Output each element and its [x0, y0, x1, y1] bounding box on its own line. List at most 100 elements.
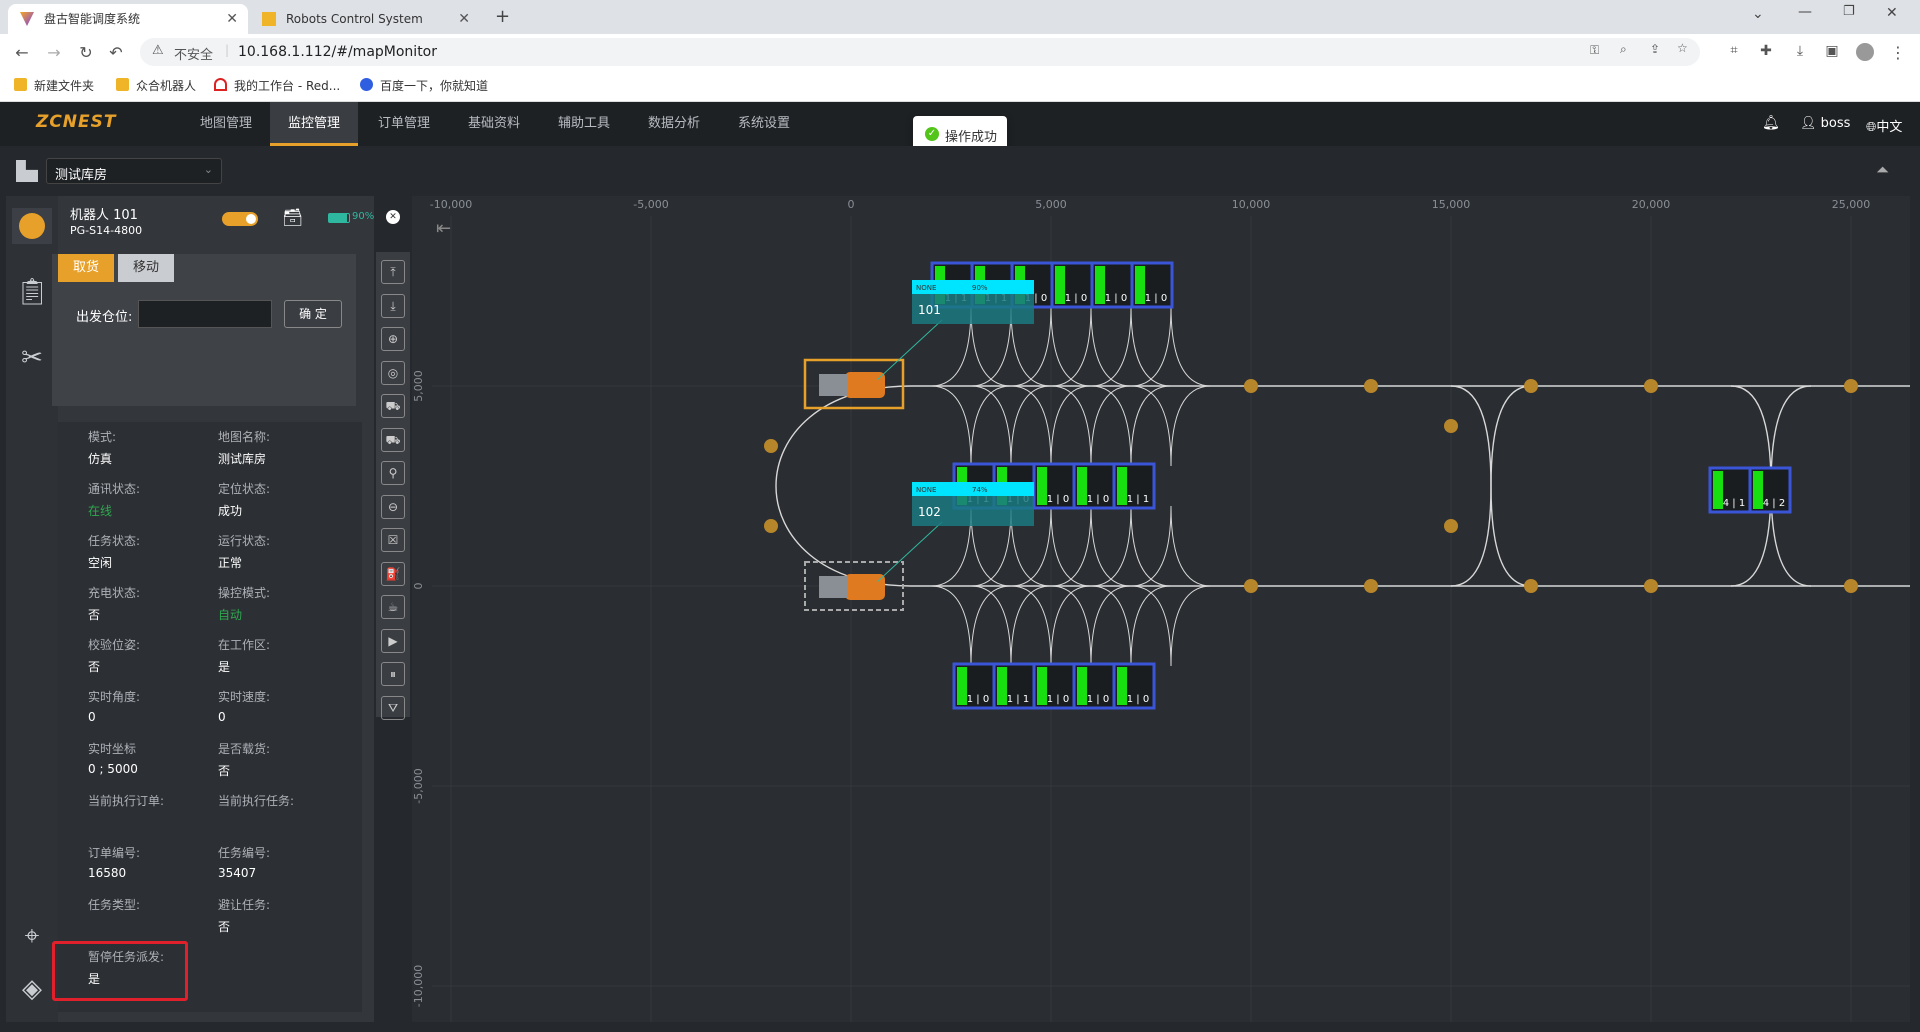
nav-map-management[interactable]: 地图管理 — [182, 102, 270, 146]
close-circle-icon[interactable]: ✕ — [386, 210, 400, 224]
bookmark-item[interactable]: 新建文件夹 — [14, 77, 94, 94]
road-branch — [1130, 385, 1172, 467]
forklift-icon[interactable]: ⛟ — [381, 394, 405, 418]
location-icon[interactable]: ⚲ — [381, 461, 405, 485]
user-menu[interactable]: 👤︎ boss — [1800, 116, 1850, 131]
url-text: 10.168.1.112/#/mapMonitor — [238, 44, 438, 60]
bookmark-star-icon[interactable]: ☆ — [1677, 41, 1688, 55]
close-window-icon[interactable]: ✕ — [1886, 5, 1898, 21]
new-tab-icon[interactable]: + — [495, 6, 510, 27]
undo-icon[interactable]: ↶ — [106, 43, 126, 62]
folder-icon — [14, 78, 27, 91]
browser-tab[interactable]: Robots Control System ✕ — [250, 4, 480, 34]
battery-icon — [328, 213, 350, 223]
bookmark-item[interactable]: 我的工作台 - Red... — [214, 77, 340, 94]
road-branch — [1050, 305, 1092, 387]
nav-order-management[interactable]: 订单管理 — [360, 102, 448, 146]
robot-enable-toggle[interactable] — [222, 212, 258, 226]
robot-fork — [819, 576, 847, 598]
upload-icon[interactable]: ⤒ — [381, 260, 405, 284]
rack-fill — [1037, 467, 1047, 505]
rack-label: 1 | 0 — [1047, 494, 1069, 505]
map-canvas[interactable]: -10,000 -5,000 0 5,000 10,000 15,000 20,000 25,… — [412, 196, 1910, 1022]
waypoint-node — [1644, 579, 1658, 593]
road-branch — [970, 585, 1012, 667]
confirm-button[interactable]: 确 定 — [284, 300, 342, 328]
key-icon[interactable]: ⚿ — [1590, 43, 1599, 58]
robot-monitor-icon[interactable] — [12, 208, 52, 244]
minimize-icon[interactable]: — — [1798, 4, 1812, 20]
crop-icon[interactable]: ⌗ — [1724, 43, 1744, 58]
bookmark-item[interactable]: 百度一下，你就知道 — [360, 77, 488, 94]
close-tab-icon[interactable]: ✕ — [226, 4, 238, 34]
browser-tab-active[interactable]: 盘古智能调度系统 ✕ — [8, 4, 248, 34]
waypoint-node — [1244, 579, 1258, 593]
rack-row-mid: 1 | 1 — [1112, 462, 1156, 510]
charge-icon[interactable]: ⛽ — [381, 561, 405, 586]
tools-icon[interactable]: ✂ — [14, 340, 50, 376]
robot-icon[interactable]: ⛛ — [381, 695, 405, 720]
road-branch — [1130, 305, 1172, 387]
detail-label: 当前执行任务: — [218, 794, 295, 808]
sidebar-icon[interactable]: ▣ — [1822, 43, 1842, 59]
tab-pick[interactable]: 取货 — [58, 254, 114, 282]
waypoint-node — [764, 519, 778, 533]
forward-icon[interactable]: → — [44, 43, 64, 62]
minus-circle-icon[interactable]: ⊖ — [381, 494, 405, 519]
detail-label: 地图名称: — [218, 430, 271, 444]
crosshair-icon[interactable]: ⌖ — [14, 918, 50, 954]
target-icon[interactable]: ⊕ — [381, 327, 405, 351]
detail-value: 否 — [218, 920, 231, 934]
nav-system-settings[interactable]: 系统设置 — [720, 102, 808, 146]
start-bin-input[interactable] — [138, 300, 272, 328]
warning-icon: ⚠ — [152, 43, 164, 58]
extensions-icon[interactable]: ✚ — [1756, 43, 1776, 59]
close-tab-icon[interactable]: ✕ — [458, 4, 470, 34]
car-icon[interactable]: ⛟ — [381, 427, 405, 452]
warehouse-select[interactable]: 测试库房 ⌄ — [46, 158, 222, 184]
check-circle-icon: ✓ — [925, 127, 939, 141]
download-icon[interactable]: ⤓ — [381, 293, 405, 318]
zoom-icon[interactable]: ⌕ — [1620, 42, 1627, 57]
restore-icon[interactable]: ❐ — [1843, 4, 1855, 19]
detail-value: 在线 — [88, 504, 113, 518]
pause-icon[interactable]: ⏸ — [381, 662, 405, 686]
layers-icon[interactable]: ◈ — [14, 971, 50, 1007]
clipboard-icon[interactable]: 📋︎ — [14, 274, 50, 310]
x-tick-label: -5,000 — [633, 198, 668, 211]
collapse-up-icon[interactable]: ⏶ — [1876, 160, 1889, 180]
play-icon[interactable]: ▶ — [381, 628, 405, 653]
map-svg: -10,000 -5,000 0 5,000 10,000 15,000 20,000 25,… — [412, 198, 1910, 1022]
nav-basic-data[interactable]: 基础资料 — [450, 102, 538, 146]
road-branch — [970, 385, 1012, 467]
tab-search-icon[interactable]: ⌄ — [1752, 6, 1764, 22]
robot-body — [845, 574, 885, 600]
clear-icon[interactable]: ☒ — [381, 528, 405, 552]
reload-icon[interactable]: ↻ — [76, 43, 96, 62]
bookmark-item[interactable]: 众合机器人 — [116, 77, 196, 94]
focus-icon[interactable]: ◎ — [381, 360, 405, 385]
robot-card-icon[interactable]: 🗃︎ — [282, 208, 304, 228]
cup-icon[interactable]: ☕ — [381, 595, 405, 619]
detail-label: 避让任务: — [218, 898, 271, 912]
rack-row-top: 1 | 0 — [1090, 261, 1134, 309]
share-icon[interactable]: ⇪ — [1650, 42, 1660, 56]
road-branch — [1050, 385, 1092, 467]
folder-icon — [116, 78, 129, 91]
tab-move[interactable]: 移动 — [118, 254, 174, 282]
robot-name: 机器人 101 — [70, 208, 138, 223]
baidu-icon — [360, 78, 373, 91]
download-icon[interactable]: ⤓ — [1790, 43, 1810, 59]
bell-icon[interactable]: 🔔︎ — [1762, 115, 1780, 131]
waypoint-node — [1364, 379, 1378, 393]
rack-fill — [997, 667, 1007, 705]
menu-icon[interactable]: ⋮ — [1888, 43, 1908, 62]
nav-monitor-management[interactable]: 监控管理 — [270, 102, 359, 146]
profile-avatar[interactable] — [1856, 43, 1874, 61]
robot-battery: 90% — [972, 284, 988, 292]
nav-aux-tools[interactable]: 辅助工具 — [540, 102, 628, 146]
url-field[interactable]: ⚠ 不安全 | 10.168.1.112/#/mapMonitor ⚿ ⌕ ⇪ … — [140, 38, 1700, 66]
nav-data-analysis[interactable]: 数据分析 — [630, 102, 718, 146]
language-menu[interactable]: 🌐︎中文 — [1866, 116, 1902, 135]
back-icon[interactable]: ← — [12, 43, 32, 62]
